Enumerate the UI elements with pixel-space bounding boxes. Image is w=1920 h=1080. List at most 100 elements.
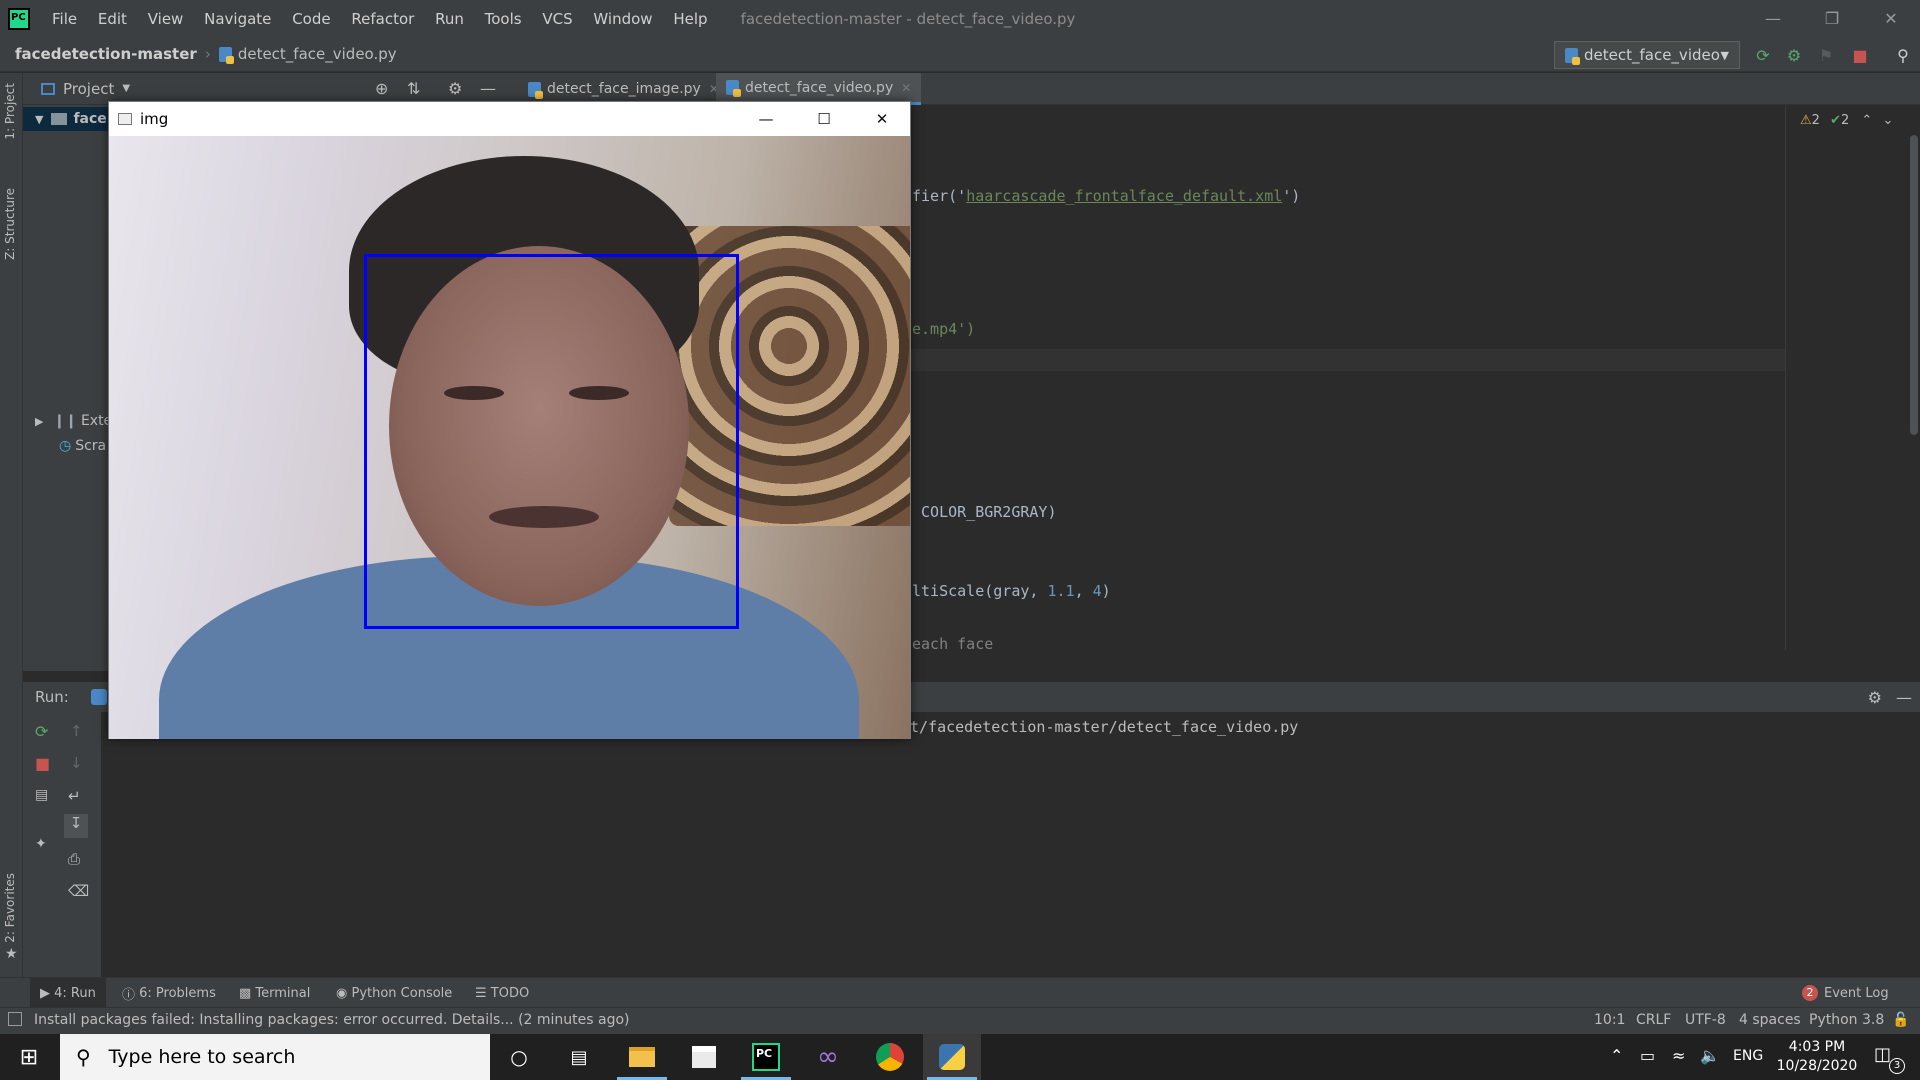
toggle-tool-windows-icon[interactable]: [8, 1012, 22, 1026]
rerun-icon[interactable]: ⟳: [1752, 44, 1774, 66]
menu-navigate[interactable]: Navigate: [204, 10, 271, 28]
title-bar: File Edit View Navigate Code Refactor Ru…: [0, 0, 1920, 37]
tab-event-log[interactable]: 2 Event Log: [1802, 978, 1889, 1008]
hide-icon[interactable]: —: [1896, 688, 1912, 707]
tab-favorites[interactable]: 2: Favorites: [3, 873, 17, 943]
store-icon[interactable]: [675, 1034, 733, 1080]
chevron-down-icon[interactable]: ⌄: [1882, 113, 1893, 128]
volume-icon[interactable]: 🔈: [1700, 1046, 1720, 1065]
python-taskbar-icon[interactable]: [923, 1034, 981, 1080]
minimize-icon[interactable]: —: [737, 102, 795, 136]
layout-icon[interactable]: ▤: [35, 787, 48, 803]
file-encoding[interactable]: UTF-8: [1685, 1012, 1726, 1028]
play-icon: ▶: [40, 985, 55, 1001]
pin-icon[interactable]: ✦: [35, 836, 47, 852]
menu-vcs[interactable]: VCS: [542, 10, 572, 28]
left-tool-strip: 1: Project Z: Structure 2: Favorites ★: [0, 73, 23, 1007]
notifications-icon[interactable]: ◫: [1874, 1044, 1891, 1065]
lock-icon[interactable]: 🔓: [1892, 1012, 1909, 1028]
tab-python-console[interactable]: ◉ Python Console: [336, 978, 452, 1008]
language-indicator[interactable]: ENG: [1733, 1048, 1763, 1064]
menu-edit[interactable]: Edit: [98, 10, 127, 28]
restore-icon[interactable]: ❐: [1803, 0, 1861, 37]
coverage-icon[interactable]: ⚑: [1815, 44, 1837, 66]
inspection-widget[interactable]: ⚠2 ✔2 ⌃ ⌄: [1800, 113, 1893, 128]
stop-icon[interactable]: ■: [35, 754, 50, 773]
close-icon[interactable]: ✕: [853, 102, 911, 136]
battery-icon[interactable]: ▭: [1640, 1046, 1655, 1065]
menu-view[interactable]: View: [148, 10, 184, 28]
minimize-icon[interactable]: —: [1744, 0, 1802, 37]
arrow-down-icon[interactable]: ↓: [70, 754, 83, 772]
run-configuration-select[interactable]: detect_face_video ▼: [1554, 41, 1740, 69]
menu-refactor[interactable]: Refactor: [351, 10, 414, 28]
chevron-down-icon[interactable]: ▼: [35, 113, 43, 126]
chevron-right-icon[interactable]: ▶: [35, 415, 43, 428]
debug-icon[interactable]: ⚙: [1783, 44, 1805, 66]
editor-scrollbar[interactable]: [1910, 135, 1918, 435]
tab-run[interactable]: ▶ 4: Run: [30, 978, 106, 1008]
collapse-all-icon[interactable]: ⇅: [407, 79, 420, 98]
search-icon[interactable]: ⚲: [1892, 44, 1914, 66]
tab-label: detect_face_video.py: [745, 79, 894, 96]
pycharm-taskbar-icon[interactable]: PC: [737, 1034, 795, 1080]
chevron-up-icon[interactable]: ⌃: [1861, 113, 1872, 128]
menu-file[interactable]: File: [52, 10, 77, 28]
breadcrumb-file[interactable]: detect_face_video.py: [238, 45, 397, 63]
file-explorer-icon[interactable]: [613, 1034, 671, 1080]
breadcrumb-project[interactable]: facedetection-master: [15, 45, 197, 63]
window-app-icon: [118, 113, 132, 125]
visual-studio-icon[interactable]: ∞: [799, 1034, 857, 1080]
hide-icon[interactable]: —: [480, 79, 496, 98]
python-interpreter[interactable]: Python 3.8: [1809, 1012, 1884, 1028]
tab-problems[interactable]: ⓘ 6: Problems: [122, 978, 216, 1008]
notification-count-badge: 3: [1889, 1058, 1905, 1074]
menu-run[interactable]: Run: [435, 10, 464, 28]
scroll-to-end-icon[interactable]: ↧: [64, 814, 88, 838]
wifi-icon[interactable]: ≈: [1672, 1046, 1685, 1065]
menu-tools[interactable]: Tools: [485, 10, 522, 28]
print-icon[interactable]: ⎙: [68, 850, 80, 868]
tab-project[interactable]: 1: Project: [3, 83, 17, 140]
rerun-icon[interactable]: ⟳: [35, 722, 48, 741]
img-window[interactable]: img — ☐ ✕: [108, 101, 911, 739]
taskbar-search[interactable]: ⚲ Type here to search: [60, 1034, 490, 1080]
python-run-tab-icon[interactable]: [90, 689, 107, 705]
chevron-down-icon[interactable]: ▼: [122, 83, 130, 94]
menu-window[interactable]: Window: [593, 10, 652, 28]
tab-terminal[interactable]: ▩ Terminal: [239, 978, 310, 1008]
cortana-icon[interactable]: ○: [490, 1034, 548, 1080]
close-tab-icon[interactable]: ✕: [901, 81, 911, 95]
project-view-title[interactable]: Project: [63, 80, 114, 98]
tab-todo[interactable]: ☰ TODO: [475, 978, 529, 1008]
arrow-up-icon[interactable]: ↑: [70, 722, 83, 740]
run-console[interactable]: t/facedetection-master/detect_face_video…: [101, 712, 1920, 977]
task-view-icon[interactable]: ▤: [550, 1034, 608, 1080]
chevron-up-icon[interactable]: ⌃: [1610, 1046, 1623, 1065]
tree-scratches-row[interactable]: ◷ Scra: [23, 434, 106, 458]
maximize-icon[interactable]: ☐: [795, 102, 853, 136]
tab-structure[interactable]: Z: Structure: [3, 188, 17, 260]
line-separator[interactable]: CRLF: [1636, 1012, 1671, 1028]
trash-icon[interactable]: ⌫: [68, 882, 89, 900]
folder-icon: [51, 113, 68, 125]
caret-position[interactable]: 10:1: [1594, 1012, 1625, 1028]
status-message[interactable]: Install packages failed: Installing pack…: [34, 1012, 630, 1028]
windows-start-icon[interactable]: ⊞: [0, 1034, 58, 1080]
run-tool-buttons: ⟳ ■ ▤ ✦ ↑ ↓ ↵ ↧ ⎙ ⌫: [23, 712, 101, 977]
chrome-icon[interactable]: [861, 1034, 919, 1080]
console-line: t/facedetection-master/detect_face_video…: [910, 718, 1299, 736]
stop-icon[interactable]: ■: [1849, 44, 1871, 66]
gear-icon[interactable]: ⚙: [448, 79, 462, 98]
indent-setting[interactable]: 4 spaces: [1739, 1012, 1801, 1028]
locate-icon[interactable]: ⊕: [375, 79, 388, 98]
tree-external-row[interactable]: ▶ ❙❙ Exte: [23, 409, 112, 433]
menu-help[interactable]: Help: [673, 10, 707, 28]
chevron-down-icon: ▼: [1720, 48, 1729, 62]
soft-wrap-icon[interactable]: ↵: [68, 787, 81, 805]
gear-icon[interactable]: ⚙: [1868, 688, 1882, 707]
menu-code[interactable]: Code: [292, 10, 330, 28]
clock[interactable]: 4:03 PM 10/28/2020: [1772, 1038, 1862, 1076]
close-icon[interactable]: ✕: [1862, 0, 1920, 37]
window-title: facedetection-master - detect_face_video…: [740, 9, 1076, 28]
